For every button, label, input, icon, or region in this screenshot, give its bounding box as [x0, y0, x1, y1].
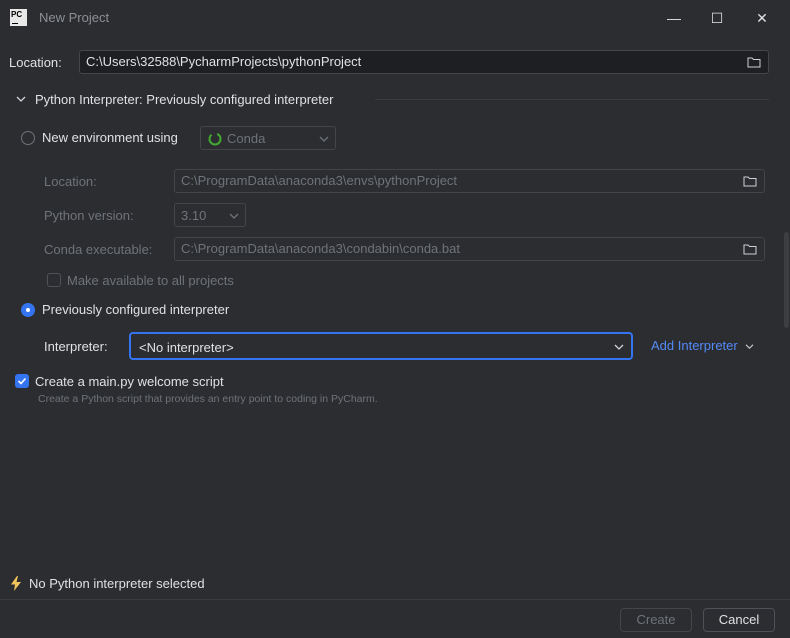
interpreter-value: <No interpreter>: [139, 340, 234, 355]
status-message: No Python interpreter selected: [29, 576, 205, 591]
previously-configured-radio[interactable]: [21, 303, 35, 317]
minimize-icon: —: [667, 10, 681, 26]
conda-executable-label: Conda executable:: [44, 242, 153, 257]
conda-icon: [208, 132, 222, 146]
environment-tool-select[interactable]: Conda: [200, 126, 336, 150]
location-value: C:\Users\32588\PycharmProjects\pythonPro…: [86, 54, 362, 69]
add-interpreter-link[interactable]: Add Interpreter: [651, 338, 754, 353]
conda-executable-value: C:\ProgramData\anaconda3\condabin\conda.…: [181, 241, 460, 256]
pycharm-logo-icon: PC: [10, 9, 27, 26]
env-location-label: Location:: [44, 174, 97, 189]
title-bar: PC New Project — ☐ ✕: [0, 0, 790, 36]
python-version-value: 3.10: [181, 208, 207, 223]
previously-configured-label[interactable]: Previously configured interpreter: [42, 302, 229, 317]
chevron-down-icon: [229, 213, 239, 219]
add-interpreter-label: Add Interpreter: [651, 338, 738, 353]
python-version-label: Python version:: [44, 208, 134, 223]
lightning-icon: [11, 576, 21, 591]
welcome-script-checkbox[interactable]: [15, 374, 29, 388]
minimize-button[interactable]: —: [654, 3, 694, 33]
chevron-down-icon: [319, 136, 329, 142]
env-location-field[interactable]: C:\ProgramData\anaconda3\envs\pythonProj…: [174, 169, 765, 193]
welcome-script-label[interactable]: Create a main.py welcome script: [35, 374, 224, 389]
checkmark-icon: [17, 377, 27, 385]
chevron-down-icon: [745, 344, 754, 350]
env-location-value: C:\ProgramData\anaconda3\envs\pythonProj…: [181, 173, 458, 188]
cancel-button[interactable]: Cancel: [703, 608, 775, 632]
make-available-label: Make available to all projects: [67, 273, 234, 288]
new-environment-label[interactable]: New environment using: [42, 130, 178, 145]
chevron-down-icon[interactable]: [16, 95, 26, 103]
chevron-down-icon: [614, 344, 624, 350]
close-icon: ✕: [756, 10, 768, 26]
maximize-button[interactable]: ☐: [697, 3, 737, 33]
interpreter-select[interactable]: <No interpreter>: [129, 332, 633, 360]
maximize-icon: ☐: [710, 10, 724, 26]
location-label: Location:: [9, 55, 62, 70]
interpreter-label: Interpreter:: [44, 339, 108, 354]
interpreter-section-header[interactable]: Python Interpreter: Previously configure…: [35, 92, 333, 107]
welcome-script-description: Create a Python script that provides an …: [38, 393, 378, 405]
conda-executable-field[interactable]: C:\ProgramData\anaconda3\condabin\conda.…: [174, 237, 765, 261]
footer-divider: [0, 599, 790, 600]
make-available-checkbox[interactable]: [47, 273, 61, 287]
folder-icon[interactable]: [743, 243, 757, 255]
folder-icon[interactable]: [743, 175, 757, 187]
environment-tool-value: Conda: [227, 131, 266, 146]
section-divider: [375, 99, 769, 100]
new-environment-radio[interactable]: [21, 131, 35, 145]
location-field[interactable]: C:\Users\32588\PycharmProjects\pythonPro…: [79, 50, 769, 74]
close-button[interactable]: ✕: [742, 3, 782, 33]
folder-icon[interactable]: [747, 56, 761, 68]
python-version-select[interactable]: 3.10: [174, 203, 246, 227]
window-title: New Project: [39, 10, 110, 25]
scrollbar[interactable]: [784, 232, 789, 328]
create-button[interactable]: Create: [620, 608, 692, 632]
